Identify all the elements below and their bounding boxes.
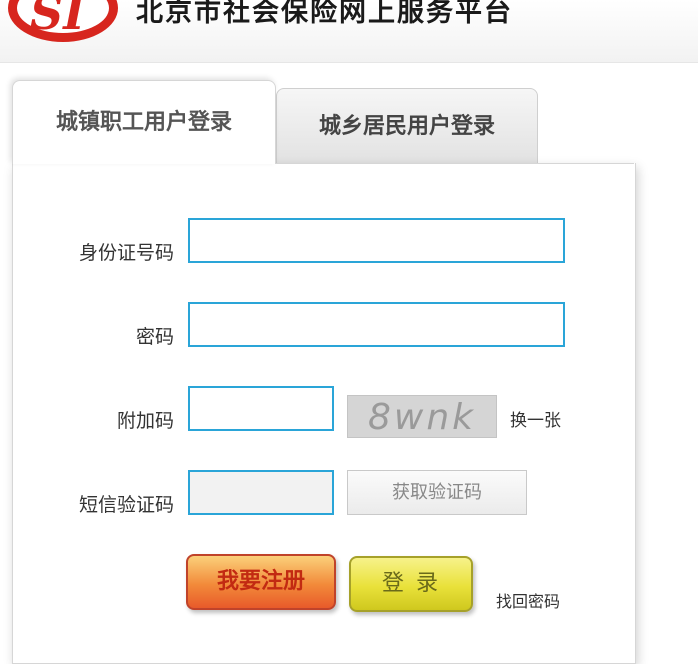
header-bar: SI 北京市社会保险网上服务平台: [0, 0, 698, 63]
get-sms-code-button[interactable]: 获取验证码: [347, 470, 527, 515]
captcha-input[interactable]: [188, 386, 334, 431]
tab-urban-employee-login[interactable]: 城镇职工用户登录: [12, 80, 276, 164]
password-label: 密码: [135, 326, 174, 348]
site-title: 北京市社会保险网上服务平台: [136, 0, 513, 28]
refresh-captcha-link[interactable]: 换一张: [510, 406, 561, 431]
captcha-label: 附加码: [116, 410, 174, 432]
captcha-image[interactable]: 8wnk: [347, 395, 497, 438]
panel-divider: [276, 163, 634, 164]
tab-urban-rural-resident-login[interactable]: 城乡居民用户登录: [276, 88, 538, 164]
logo-text: SI: [30, 0, 85, 40]
register-button[interactable]: 我要注册: [186, 554, 336, 610]
forgot-password-link[interactable]: 找回密码: [496, 588, 560, 612]
login-button[interactable]: 登录: [349, 556, 473, 612]
id-number-label: 身份证号码: [78, 242, 174, 264]
id-number-input[interactable]: [188, 218, 565, 263]
sms-code-label: 短信验证码: [78, 494, 174, 516]
password-input[interactable]: [188, 302, 565, 347]
sms-code-input[interactable]: [188, 470, 334, 515]
